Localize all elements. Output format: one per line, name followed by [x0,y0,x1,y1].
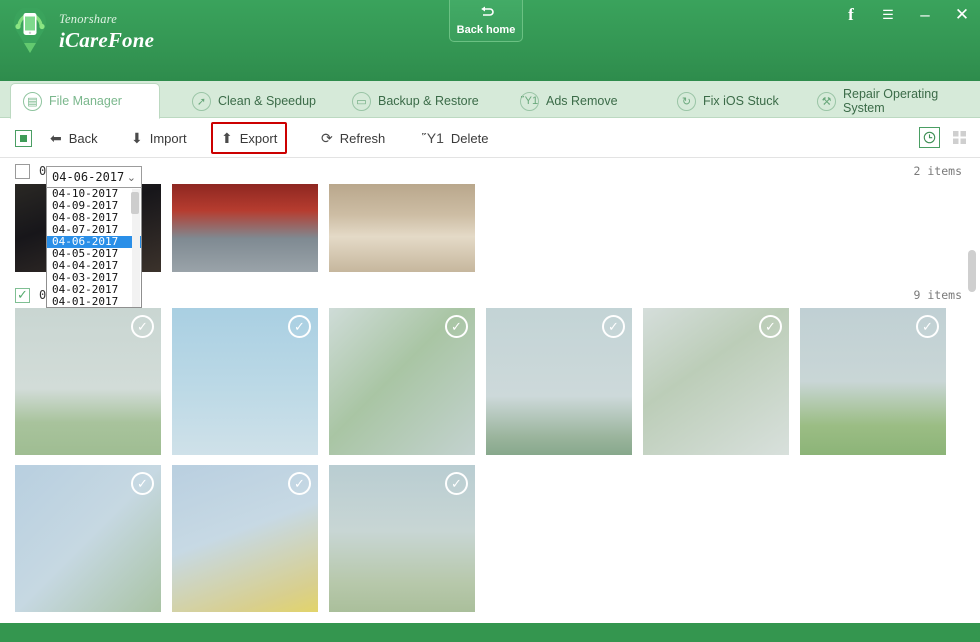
tab-label: Ads Remove [546,94,618,108]
tab-label: Repair Operating System [843,87,939,115]
thumbnail-check-icon[interactable]: ✓ [916,315,939,338]
action-toolbar: ⬅ Back ⬇ Import ⬆ Export ⟳ Refresh Ὕ1 Delete [0,118,980,158]
close-icon[interactable]: ✕ [952,5,972,25]
photo-thumb-willow-leaves[interactable]: ✓ [643,308,789,455]
dropdown-option[interactable]: 04-01-2017 [47,296,141,308]
menu-icon[interactable]: ☰ [878,5,898,25]
import-button[interactable]: ⬇ Import [123,124,195,152]
thumbnail-row: ✓ ✓ ✓ [0,465,980,612]
thumbnail-row [0,184,980,272]
photo-thumb-dandelion[interactable]: ✓ [172,308,318,455]
group-checkbox[interactable] [15,163,30,179]
date-dropdown-button[interactable]: 04-06-2017 ⌄ [46,166,142,188]
group-header: 04-05-20179 items [0,282,980,308]
group-item-count: 9 items [913,288,962,302]
tab-file-manager[interactable]: ▤ File Manager [10,83,160,119]
thumbnail-row: ✓ ✓ ✓ ✓ ✓ ✓ [0,308,980,455]
tab-fix-ios-stuck[interactable]: ↻ Fix iOS Stuck [665,83,795,119]
group-checkbox[interactable] [15,286,30,304]
tab-label: Fix iOS Stuck [703,94,779,108]
thumbnail-check-icon[interactable]: ✓ [131,315,154,338]
icarefone-window: Tenorshare iCareFone Back home f ☰ – ✕ ▤… [0,0,980,642]
thumbnail-check-icon[interactable]: ✓ [131,472,154,495]
status-bar [0,623,980,642]
vertical-scrollbar[interactable] [968,158,978,623]
briefcase-icon: ▭ [352,91,371,111]
tab-clean-speedup[interactable]: ➚ Clean & Speedup [180,83,340,119]
timeline-view-button[interactable] [919,127,940,148]
scrollbar-thumb[interactable] [968,250,976,292]
refresh-label: Refresh [339,130,386,146]
window-controls: f ☰ – ✕ [841,5,972,25]
tab-label: File Manager [49,94,122,108]
minimize-icon[interactable]: – [915,5,935,25]
arrow-down-icon: ⬇ [131,130,143,146]
brand-title: iCareFone [59,27,155,52]
main-tab-bar: ▤ File Manager ➚ Clean & Speedup ▭ Backup & R… [0,81,980,119]
export-button[interactable]: ⬆ Export [211,122,288,154]
photo-thumb-corridor[interactable] [329,184,475,272]
dropdown-scrollbar-thumb[interactable] [131,192,139,214]
arrow-left-icon: ⬅ [50,130,62,146]
photo-thumb-mountain-sky[interactable]: ✓ [486,308,632,455]
thumbnail-check-icon[interactable]: ✓ [445,472,468,495]
delete-button[interactable]: Ὕ1 Delete [414,124,497,152]
export-label: Export [239,130,278,146]
rocket-icon: ➚ [192,91,211,111]
date-dropdown-list[interactable]: 04-10-2017 04-09-2017 04-08-2017 04-07-2017… [46,188,142,308]
thumbnail-check-icon[interactable]: ✓ [759,315,782,338]
back-home-button[interactable]: Back home [449,0,523,42]
trash-icon: Ὕ1 [520,91,539,111]
thumbnail-check-icon[interactable]: ✓ [445,315,468,338]
photo-thumb-red-wall[interactable] [172,184,318,272]
document-icon: ▤ [23,91,42,111]
app-logo-icon [10,6,50,54]
date-dropdown-value: 04-06-2017 [52,170,125,184]
grid-view-button[interactable] [949,127,970,148]
title-bar: Tenorshare iCareFone Back home f ☰ – ✕ [0,0,980,81]
back-home-label: Back home [456,23,516,36]
group-header: 04-06-2017 2 items [0,158,980,184]
photo-thumb-acacia-sky[interactable]: ✓ [15,465,161,612]
photo-thumb-fern-branch[interactable]: ✓ [329,308,475,455]
photo-thumb-tall-grass[interactable]: ✓ [800,308,946,455]
brand-logo-area: Tenorshare iCareFone [10,6,155,54]
dropdown-scrollbar[interactable] [131,189,140,307]
wrench-icon: ⚒ [817,91,836,111]
photo-thumb-yellow-flowers[interactable]: ✓ [172,465,318,612]
refresh-circle-icon: ↻ [677,91,696,111]
thumbnail-check-icon[interactable]: ✓ [288,472,311,495]
thumbnail-check-icon[interactable]: ✓ [602,315,625,338]
group-item-count: 2 items [913,164,962,178]
facebook-icon[interactable]: f [841,5,861,25]
brand-subtitle: Tenorshare [59,12,118,27]
delete-label: Delete [450,130,489,146]
back-home-icon [479,6,494,21]
tab-ads-remove[interactable]: Ὕ1 Ads Remove [508,83,638,119]
photo-content-area: 04-06-20172 items04-05-20179 items✓✓✓✓✓✓… [0,158,980,623]
back-button[interactable]: ⬅ Back [42,124,106,152]
back-label: Back [68,130,98,146]
tab-label: Clean & Speedup [218,94,316,108]
import-label: Import [149,130,187,146]
chevron-down-icon: ⌄ [126,172,136,184]
refresh-button[interactable]: ⟳ Refresh [313,124,393,152]
thumbnail-check-icon[interactable]: ✓ [288,315,311,338]
refresh-icon: ⟳ [321,130,333,146]
select-all-checkbox[interactable] [15,130,32,147]
trash-icon: Ὕ1 [422,130,444,146]
photo-thumb-trees-horizon[interactable]: ✓ [15,308,161,455]
tab-label: Backup & Restore [378,94,479,108]
photo-thumb-reeds[interactable]: ✓ [329,465,475,612]
tab-backup-restore[interactable]: ▭ Backup & Restore [340,83,505,119]
tab-repair-operating-system[interactable]: ⚒ Repair Operating System [805,83,980,119]
view-mode-buttons [919,127,970,148]
arrow-up-icon: ⬆ [221,130,233,146]
